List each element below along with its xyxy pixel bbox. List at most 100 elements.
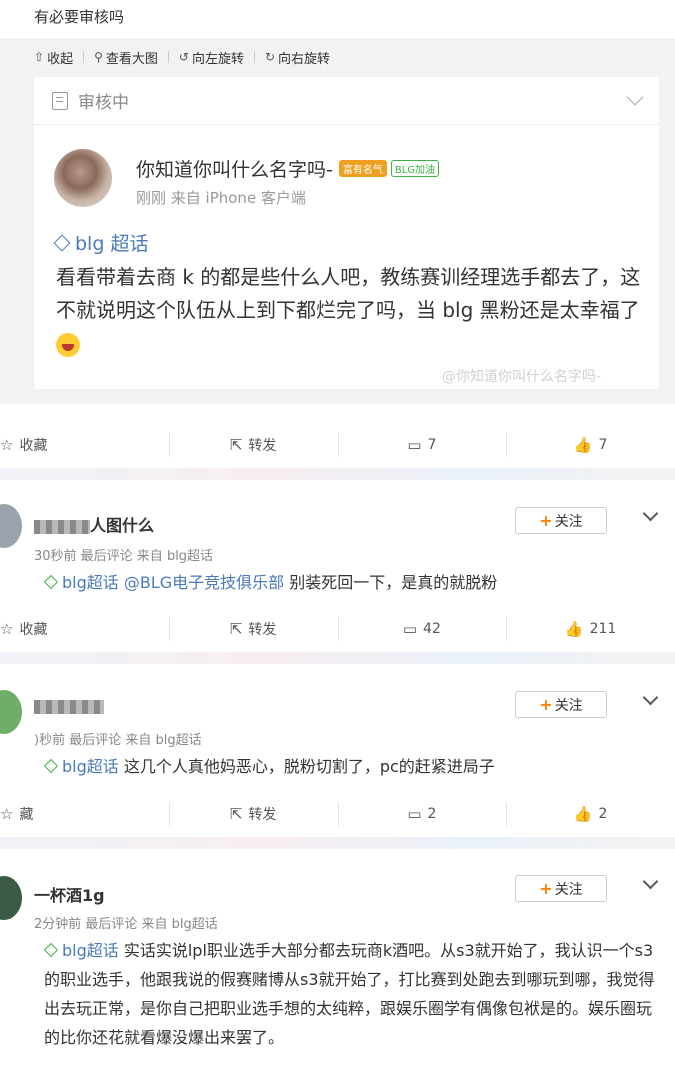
topic-link[interactable]: blg 超话 bbox=[53, 229, 148, 256]
repost-icon: ⇱ bbox=[229, 620, 243, 638]
laughing-emoji-icon bbox=[56, 332, 80, 357]
repost-icon: ⇱ bbox=[229, 436, 243, 454]
avatar[interactable] bbox=[54, 149, 112, 207]
follow-label: 关注 bbox=[554, 881, 583, 898]
avatar[interactable] bbox=[0, 504, 22, 548]
post-action-bar: ☆ 收藏 ⇱ 转发 ▭ 7 👍 7 bbox=[0, 422, 675, 468]
author-name: 你知道你叫什么名字吗- bbox=[136, 159, 333, 181]
fan-badge: BLG加油 bbox=[390, 160, 440, 177]
chevron-down-icon[interactable] bbox=[642, 689, 659, 706]
topic-link[interactable]: blg超话 bbox=[62, 573, 119, 592]
view-large-button[interactable]: ⚲ 查看大图 bbox=[94, 48, 158, 67]
topic-link[interactable]: blg超话 bbox=[62, 941, 119, 960]
comment-meta: 30秒前 最后评论 来自 blg超话 bbox=[34, 549, 214, 564]
repost-label: 转发 bbox=[248, 622, 277, 638]
comment-action-bar: ☆ 收藏 ⇱ 转发 ▭ 42 👍 211 bbox=[0, 606, 675, 652]
favorite-label: 收藏 bbox=[19, 622, 48, 638]
comment-count: 7 bbox=[427, 437, 437, 453]
comment-text: 这几个人真他妈恶心，脱粉切割了，pc的赶紧进局子 bbox=[118, 757, 495, 776]
rotate-right-label: 向右旋转 bbox=[278, 51, 331, 67]
upload-arrow-icon: ⇧ bbox=[34, 50, 45, 64]
blurred-name bbox=[34, 699, 104, 714]
review-status: 审核中 bbox=[78, 93, 129, 113]
favorite-button[interactable]: ☆ 收藏 bbox=[0, 422, 169, 468]
comment-body: blg超话 这几个人真他妈恶心，脱粉切割了，pc的赶紧进局子 bbox=[43, 752, 664, 781]
diamond-icon bbox=[43, 942, 59, 958]
follow-label: 关注 bbox=[554, 697, 583, 714]
diamond-icon bbox=[53, 234, 71, 251]
diamond-icon bbox=[43, 758, 59, 774]
thumbs-up-icon: 👍 bbox=[573, 436, 593, 454]
like-button[interactable]: 👍 2 bbox=[506, 791, 675, 837]
mention-link[interactable]: @BLG电子竞技俱乐部 bbox=[124, 573, 284, 592]
commenter-name[interactable]: 人图什么 bbox=[34, 512, 154, 536]
comment-body: blg超话 @BLG电子竞技俱乐部 别装死回一下，是真的就脱粉 bbox=[43, 568, 664, 597]
diamond-icon bbox=[43, 574, 59, 590]
rotate-left-button[interactable]: ↺ 向左旋转 bbox=[179, 48, 244, 67]
post-body: 看看带着去商 k 的都是些什么人吧，教练赛训经理选手都去了，这不就说明这个队伍从… bbox=[56, 261, 641, 360]
comment-count: 2 bbox=[427, 806, 437, 822]
chevron-down-icon[interactable] bbox=[642, 505, 659, 522]
comment-icon: ▭ bbox=[407, 436, 422, 454]
view-large-label: 查看大图 bbox=[105, 51, 158, 67]
repost-label: 转发 bbox=[248, 438, 277, 454]
media-toolbar: ⇧ 收起 ⚲ 查看大图 ↺ 向左旋转 ↻ 向右旋转 bbox=[34, 46, 330, 68]
magnifier-icon: ⚲ bbox=[94, 50, 103, 64]
favorite-label: 收藏 bbox=[19, 438, 48, 454]
collapse-label: 收起 bbox=[47, 51, 74, 67]
review-status-header: 审核中 bbox=[34, 77, 659, 125]
repost-label: 转发 bbox=[248, 807, 277, 823]
screenshot-card: 审核中 你知道你叫什么名字吗- 富有名气 BLG加油 刚刚 来自 iPhone … bbox=[34, 77, 659, 389]
post-text: 看看带着去商 k 的都是些什么人吧，教练赛训经理选手都去了，这不就说明这个队伍从… bbox=[56, 265, 641, 322]
page-title: 有必要审核吗 bbox=[34, 8, 125, 26]
favorite-label: 藏 bbox=[19, 807, 34, 823]
like-count: 7 bbox=[598, 437, 608, 453]
star-icon: ☆ bbox=[0, 436, 14, 454]
commenter-name-text: 人图什么 bbox=[90, 516, 155, 535]
repost-button[interactable]: ⇱ 转发 bbox=[168, 606, 338, 652]
favorite-button[interactable]: ☆ 收藏 bbox=[0, 606, 169, 652]
commenter-name[interactable]: 一杯酒1g bbox=[34, 882, 105, 906]
thumbs-up-icon: 👍 bbox=[564, 620, 584, 638]
avatar[interactable] bbox=[0, 690, 22, 734]
follow-button[interactable]: + 关注 bbox=[515, 691, 607, 718]
post-author[interactable]: 你知道你叫什么名字吗- 富有名气 BLG加油 bbox=[136, 155, 440, 182]
like-count: 211 bbox=[589, 621, 617, 637]
rotate-right-button[interactable]: ↻ 向右旋转 bbox=[265, 48, 330, 67]
blurred-name bbox=[34, 519, 90, 534]
comment-meta: 2分钟前 最后评论 来自 blg超话 bbox=[34, 917, 218, 932]
rotate-left-label: 向左旋转 bbox=[191, 51, 244, 67]
comment-count: 42 bbox=[423, 621, 441, 637]
star-icon: ☆ bbox=[0, 805, 14, 823]
star-icon: ☆ bbox=[0, 620, 14, 638]
like-count: 2 bbox=[598, 806, 608, 822]
post-meta: 刚刚 来自 iPhone 客户端 bbox=[136, 189, 306, 207]
comment-button[interactable]: ▭ 42 bbox=[337, 606, 507, 652]
chevron-down-icon[interactable] bbox=[642, 873, 659, 890]
favorite-button[interactable]: ☆ 藏 bbox=[0, 791, 169, 837]
follow-button[interactable]: + 关注 bbox=[515, 875, 607, 902]
comment-button[interactable]: ▭ 7 bbox=[337, 422, 507, 468]
comment-icon: ▭ bbox=[407, 805, 422, 823]
divider bbox=[0, 468, 675, 480]
topic-link[interactable]: blg超话 bbox=[62, 757, 119, 776]
follow-label: 关注 bbox=[554, 513, 583, 530]
repost-button[interactable]: ⇱ 转发 bbox=[168, 791, 338, 837]
repost-icon: ⇱ bbox=[229, 805, 243, 823]
comment-action-bar: ☆ 藏 ⇱ 转发 ▭ 2 👍 2 bbox=[0, 791, 675, 837]
like-button[interactable]: 👍 7 bbox=[506, 422, 675, 468]
divider bbox=[0, 652, 675, 664]
commenter-name[interactable] bbox=[34, 696, 104, 715]
plus-icon: + bbox=[539, 695, 553, 714]
collapse-button[interactable]: ⇧ 收起 bbox=[34, 48, 73, 67]
divider bbox=[0, 837, 675, 849]
rotate-right-icon: ↻ bbox=[264, 50, 276, 64]
follow-button[interactable]: + 关注 bbox=[515, 507, 607, 534]
repost-button[interactable]: ⇱ 转发 bbox=[168, 422, 338, 468]
comment-text: 实话实说lpl职业选手大部分都去玩商k酒吧。从s3就开始了，我认识一个s3的职业… bbox=[44, 941, 655, 1047]
comment-button[interactable]: ▭ 2 bbox=[337, 791, 507, 837]
like-button[interactable]: 👍 211 bbox=[506, 606, 675, 652]
plus-icon: + bbox=[539, 511, 553, 530]
avatar[interactable] bbox=[0, 876, 22, 920]
fame-badge: 富有名气 bbox=[338, 160, 387, 177]
